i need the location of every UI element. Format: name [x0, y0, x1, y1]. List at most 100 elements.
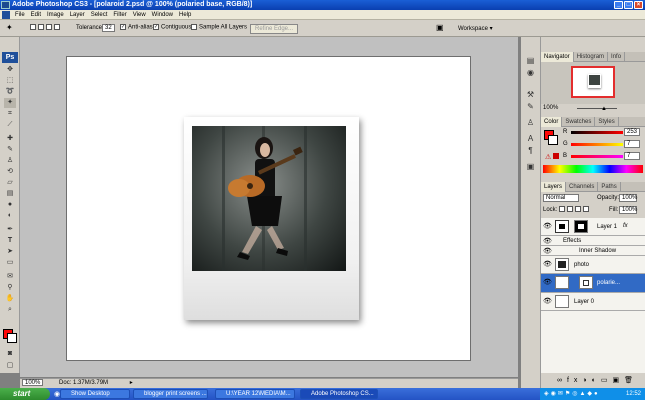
- layer-row-layer1[interactable]: 👁 Layer 1 fx: [541, 218, 645, 236]
- menu-file[interactable]: File: [12, 10, 28, 20]
- magic-wand-tool-icon[interactable]: ✦: [4, 98, 16, 108]
- photo-eye-icon[interactable]: 👁: [543, 260, 552, 268]
- fill-input[interactable]: 100%: [619, 206, 637, 214]
- dodge-tool-icon[interactable]: ◐: [4, 211, 16, 221]
- marquee-tool-icon[interactable]: ⬚: [4, 76, 16, 86]
- navigator-viewbox[interactable]: [571, 66, 615, 98]
- taskbar-show-desktop[interactable]: Show Desktop: [60, 389, 130, 399]
- tab-histogram[interactable]: Histogram: [574, 52, 609, 62]
- path-select-icon[interactable]: ➤: [4, 247, 16, 257]
- blend-mode-select[interactable]: Normal: [543, 194, 579, 202]
- magic-wand-icon[interactable]: ✦: [6, 23, 13, 32]
- tab-styles[interactable]: Styles: [595, 117, 619, 127]
- layer-row-photo[interactable]: 👁 photo: [541, 256, 645, 274]
- inner-shadow-eye-icon[interactable]: 👁: [543, 247, 552, 255]
- character-icon[interactable]: A: [525, 133, 536, 144]
- zoom-tool-icon[interactable]: ⌕: [4, 305, 16, 315]
- brush-tool-icon[interactable]: ✎: [4, 145, 16, 155]
- eyedropper-tool-icon[interactable]: ⚲: [4, 283, 16, 293]
- layers-footer-buttons[interactable]: ∞fx◑◐▭▣🗑: [541, 373, 645, 388]
- workspace-menu[interactable]: Workspace ▾: [458, 25, 493, 32]
- stamp-tool-icon[interactable]: ♙: [4, 156, 16, 166]
- navigator-zoom-slider[interactable]: [577, 108, 617, 109]
- tool-presets-icon[interactable]: ⚒: [525, 89, 536, 100]
- visibility-eye-icon[interactable]: 👁: [543, 222, 552, 230]
- menu-window[interactable]: Window: [149, 10, 176, 20]
- inner-shadow-row[interactable]: 👁 Inner Shadow: [541, 246, 645, 256]
- menu-edit[interactable]: Edit: [28, 10, 44, 20]
- taskbar-explorer[interactable]: U:\YEAR 12\MEDIA\M...: [215, 389, 295, 399]
- notes-tool-icon[interactable]: ✉: [4, 272, 16, 282]
- contiguous-checkbox[interactable]: ✓ Contiguous: [153, 24, 191, 31]
- menu-filter[interactable]: Filter: [110, 10, 129, 20]
- menu-select[interactable]: Select: [88, 10, 111, 20]
- start-button[interactable]: start: [0, 388, 50, 400]
- background-color-swatch[interactable]: [7, 333, 17, 343]
- screen-mode-icon[interactable]: ▢: [4, 361, 16, 371]
- slice-tool-icon[interactable]: ⟋: [4, 120, 16, 130]
- history-icon[interactable]: ▤: [525, 55, 536, 66]
- layer-row-polaroid-base[interactable]: 👁 polarie...: [541, 274, 645, 293]
- minimize-button[interactable]: _: [614, 1, 623, 9]
- tolerance-input[interactable]: 32: [102, 24, 115, 32]
- tray-icons[interactable]: ◈◉✉⚑◎▲◆●: [544, 388, 600, 400]
- menu-help[interactable]: Help: [176, 10, 194, 20]
- layer-comps-icon[interactable]: ▣: [525, 161, 536, 172]
- tab-layers[interactable]: Layers: [541, 182, 567, 192]
- effects-row[interactable]: 👁 Effects: [541, 236, 645, 246]
- crop-tool-icon[interactable]: ⌗: [4, 109, 16, 119]
- type-tool-icon[interactable]: T: [4, 236, 16, 246]
- tab-color[interactable]: Color: [541, 117, 563, 127]
- anti-alias-checkbox[interactable]: ✓ Anti-alias: [120, 24, 153, 31]
- tab-navigator[interactable]: Navigator: [541, 52, 574, 62]
- color-g-slider[interactable]: [571, 143, 623, 146]
- menu-layer[interactable]: Layer: [67, 10, 88, 20]
- gamut-warning-icon[interactable]: ⚠: [545, 153, 551, 161]
- menu-image[interactable]: Image: [44, 10, 67, 20]
- color-spectrum-ramp[interactable]: [543, 165, 643, 173]
- taskbar-photoshop[interactable]: Adobe Photoshop CS...: [300, 389, 378, 399]
- zoom-slider-thumb[interactable]: ▲: [601, 105, 607, 114]
- color-b-input[interactable]: 7: [624, 152, 640, 160]
- hand-tool-icon[interactable]: ✋: [4, 294, 16, 304]
- move-tool-icon[interactable]: ✥: [4, 65, 16, 75]
- lasso-tool-icon[interactable]: ➰: [4, 87, 16, 97]
- palette-well-icon[interactable]: ▣: [436, 23, 444, 32]
- eraser-tool-icon[interactable]: ▱: [4, 178, 16, 188]
- actions-icon[interactable]: ◉: [525, 67, 536, 78]
- layer0-eye-icon[interactable]: 👁: [543, 297, 552, 305]
- color-b-slider[interactable]: [571, 155, 623, 158]
- color-g-input[interactable]: 7: [624, 140, 640, 148]
- tab-channels[interactable]: Channels: [566, 182, 599, 192]
- navigator-zoom-value[interactable]: 100%: [543, 105, 558, 111]
- quick-mask-icon[interactable]: ◙: [4, 349, 16, 359]
- status-arrow-icon[interactable]: ▸: [130, 380, 133, 386]
- gradient-tool-icon[interactable]: ▤: [4, 189, 16, 199]
- brushes-icon[interactable]: ✎: [525, 101, 536, 112]
- taskbar-blogger[interactable]: blogger print screens ...: [133, 389, 208, 399]
- history-brush-icon[interactable]: ⟲: [4, 167, 16, 177]
- menu-view[interactable]: View: [130, 10, 149, 20]
- effects-eye-icon[interactable]: 👁: [543, 237, 552, 245]
- tab-paths[interactable]: Paths: [598, 182, 621, 192]
- pen-tool-icon[interactable]: ✒: [4, 225, 16, 235]
- tab-swatches[interactable]: Swatches: [562, 117, 596, 127]
- polaroid-eye-icon[interactable]: 👁: [543, 278, 552, 286]
- maximize-button[interactable]: □: [624, 1, 633, 9]
- clone-source-icon[interactable]: ♙: [525, 117, 536, 128]
- selection-mode-icons[interactable]: [30, 24, 62, 31]
- close-button[interactable]: ×: [634, 1, 643, 9]
- color-r-input[interactable]: 253: [624, 128, 640, 136]
- zoom-level-field[interactable]: 100%: [22, 379, 44, 386]
- opacity-input[interactable]: 100%: [619, 194, 637, 202]
- color-bg-swatch[interactable]: [548, 135, 558, 145]
- layer-row-layer0[interactable]: 👁 Layer 0: [541, 293, 645, 311]
- gamut-swatch[interactable]: [553, 153, 559, 159]
- color-r-slider[interactable]: [571, 131, 623, 134]
- polaroid-frame[interactable]: [184, 117, 359, 320]
- sample-all-checkbox[interactable]: Sample All Layers: [191, 24, 247, 31]
- paragraph-icon[interactable]: ¶: [525, 145, 536, 156]
- blur-tool-icon[interactable]: ●: [4, 200, 16, 210]
- lock-icons[interactable]: [559, 206, 591, 213]
- healing-tool-icon[interactable]: ✚: [4, 134, 16, 144]
